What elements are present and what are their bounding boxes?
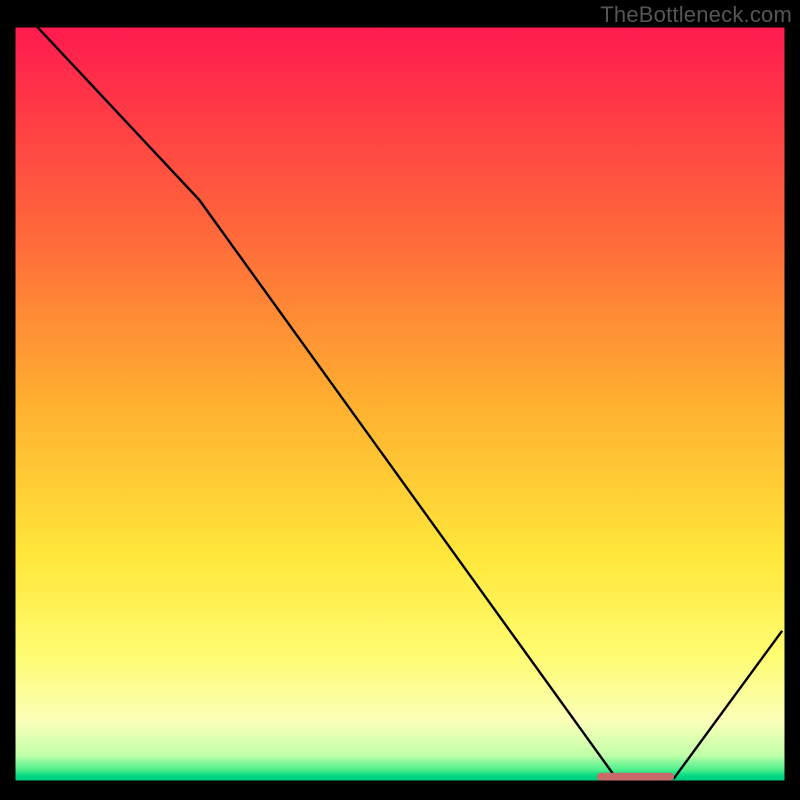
watermark-text: TheBottleneck.com: [600, 2, 792, 28]
plot-gradient-background: [14, 26, 786, 782]
chart-container: TheBottleneck.com: [0, 0, 800, 800]
optimal-range-marker: [597, 773, 674, 781]
bottleneck-chart: [0, 0, 800, 800]
